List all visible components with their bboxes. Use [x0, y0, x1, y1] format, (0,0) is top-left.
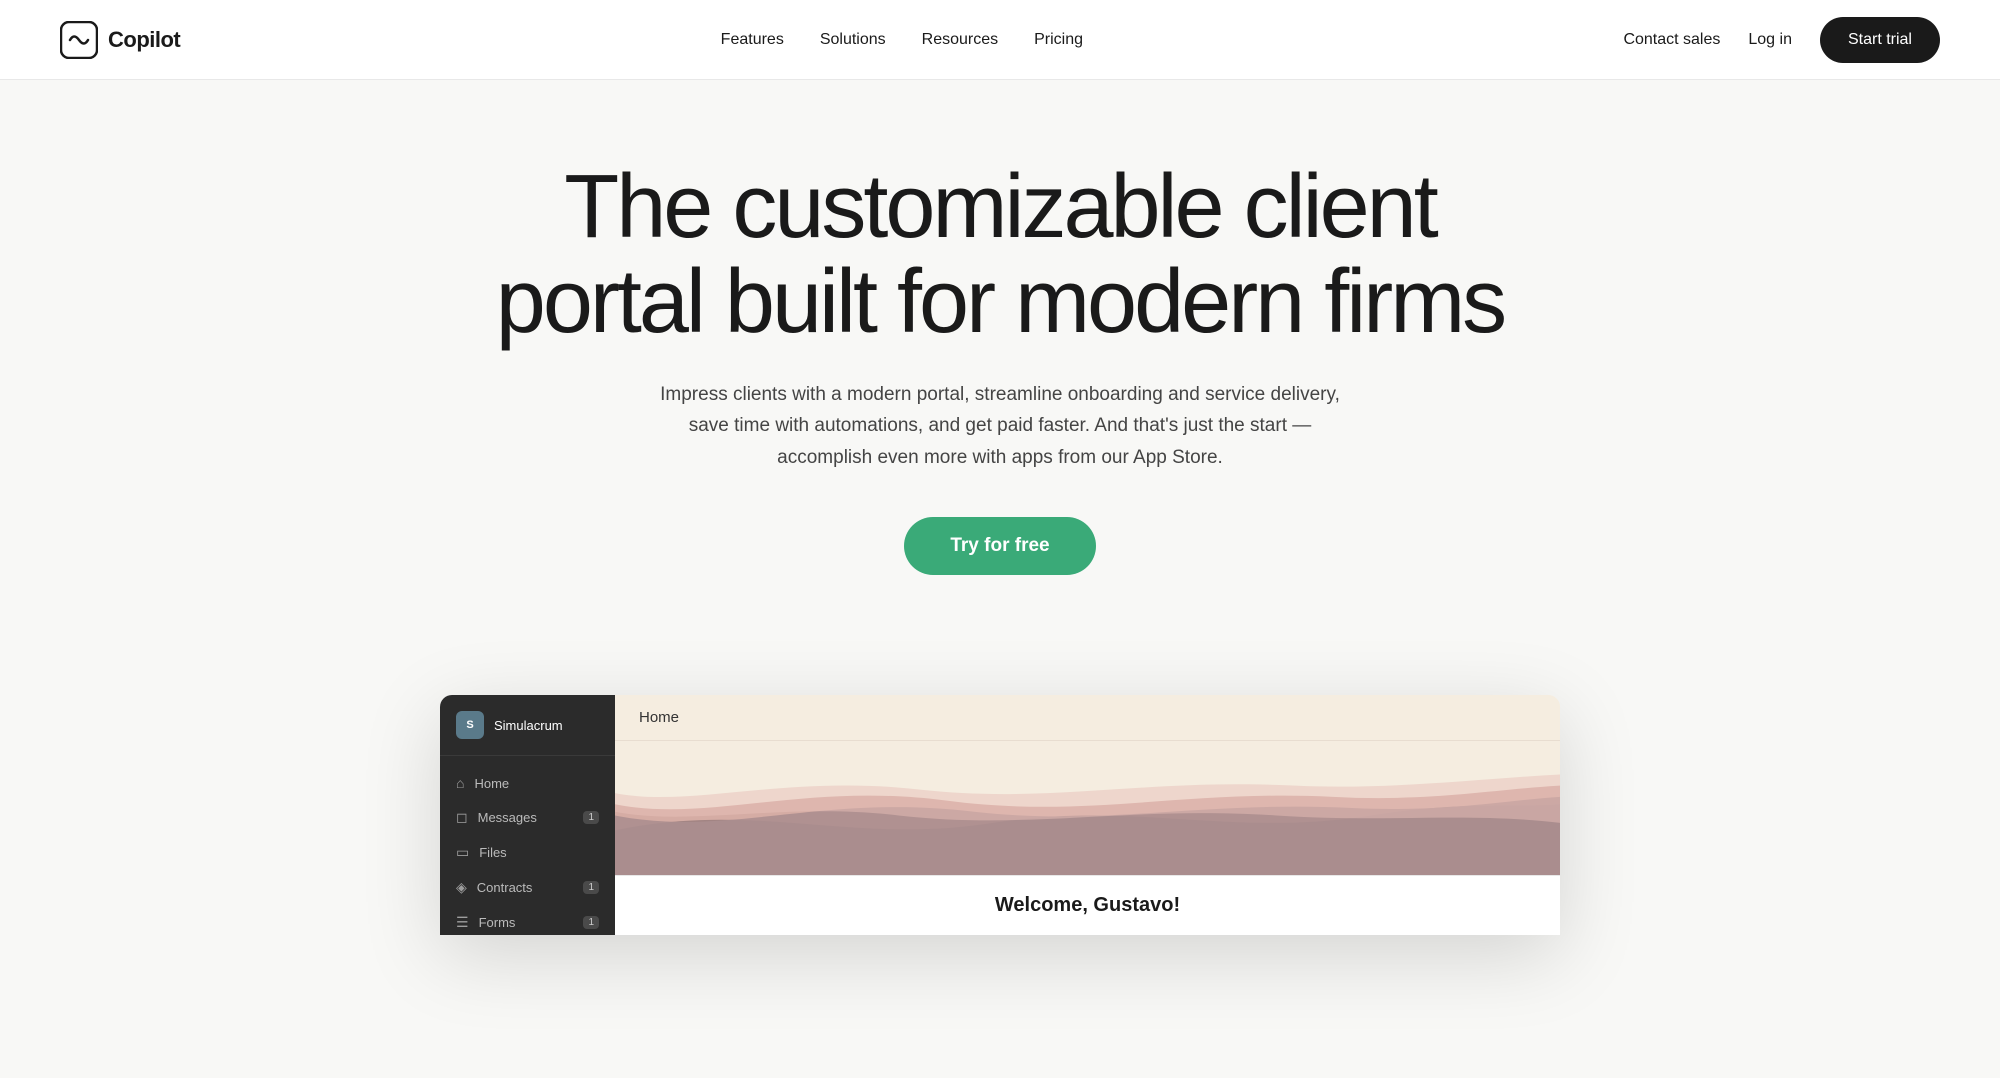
contact-sales-link[interactable]: Contact sales [1623, 31, 1720, 49]
sidebar-item-files-label: Files [479, 845, 506, 860]
hero-section: The customizable client portal built for… [0, 80, 2000, 635]
sidebar-item-messages[interactable]: ◻ Messages 1 [440, 800, 615, 835]
sidebar-company-name: Simulacrum [494, 718, 563, 733]
messages-badge: 1 [583, 811, 599, 824]
app-main-content: Home Welcome, Gustavo! [615, 695, 1560, 935]
messages-icon: ◻ [456, 809, 468, 826]
sidebar-item-contracts-label: Contracts [477, 880, 533, 895]
home-icon: ⌂ [456, 775, 464, 791]
wave-chart-area [615, 741, 1560, 875]
app-window: S Simulacrum ⌂ Home ◻ Messages 1 ▭ Files [440, 695, 1560, 935]
sidebar-item-home[interactable]: ⌂ Home [440, 766, 615, 800]
app-main-header: Home [615, 695, 1560, 741]
nav-pricing[interactable]: Pricing [1034, 31, 1083, 49]
files-icon: ▭ [456, 844, 469, 861]
navbar: Copilot Features Solutions Resources Pri… [0, 0, 2000, 80]
welcome-section: Welcome, Gustavo! [615, 875, 1560, 935]
sidebar-company-avatar: S [456, 711, 484, 739]
contracts-badge: 1 [583, 881, 599, 894]
sidebar-item-home-label: Home [474, 776, 509, 791]
forms-badge: 1 [583, 916, 599, 929]
nav-right: Contact sales Log in Start trial [1623, 17, 1940, 63]
wave-chart [615, 741, 1560, 875]
welcome-title: Welcome, Gustavo! [635, 894, 1540, 917]
nav-solutions[interactable]: Solutions [820, 31, 886, 49]
logo-text: Copilot [108, 27, 180, 53]
nav-links: Features Solutions Resources Pricing [721, 31, 1083, 49]
hero-heading: The customizable client portal built for… [400, 160, 1600, 349]
sidebar-item-files[interactable]: ▭ Files [440, 835, 615, 870]
nav-features[interactable]: Features [721, 31, 784, 49]
try-for-free-button[interactable]: Try for free [904, 517, 1095, 575]
app-preview: S Simulacrum ⌂ Home ◻ Messages 1 ▭ Files [400, 695, 1600, 935]
hero-subtext: Impress clients with a modern portal, st… [660, 379, 1340, 473]
nav-resources[interactable]: Resources [922, 31, 998, 49]
logo[interactable]: Copilot [60, 21, 180, 59]
contracts-icon: ◈ [456, 879, 467, 896]
sidebar-header: S Simulacrum [440, 695, 615, 756]
hero-heading-line2: portal built for modern firms [496, 252, 1504, 352]
sidebar-item-contracts[interactable]: ◈ Contracts 1 [440, 870, 615, 905]
app-sidebar: S Simulacrum ⌂ Home ◻ Messages 1 ▭ Files [440, 695, 615, 935]
sidebar-item-forms[interactable]: ☰ Forms 1 [440, 905, 615, 935]
sidebar-nav: ⌂ Home ◻ Messages 1 ▭ Files ◈ Contracts … [440, 756, 615, 935]
sidebar-item-messages-label: Messages [478, 810, 537, 825]
forms-icon: ☰ [456, 914, 469, 931]
logo-icon [60, 21, 98, 59]
log-in-link[interactable]: Log in [1748, 31, 1792, 49]
sidebar-item-forms-label: Forms [479, 915, 516, 930]
hero-heading-line1: The customizable client [564, 157, 1435, 257]
start-trial-button[interactable]: Start trial [1820, 17, 1940, 63]
